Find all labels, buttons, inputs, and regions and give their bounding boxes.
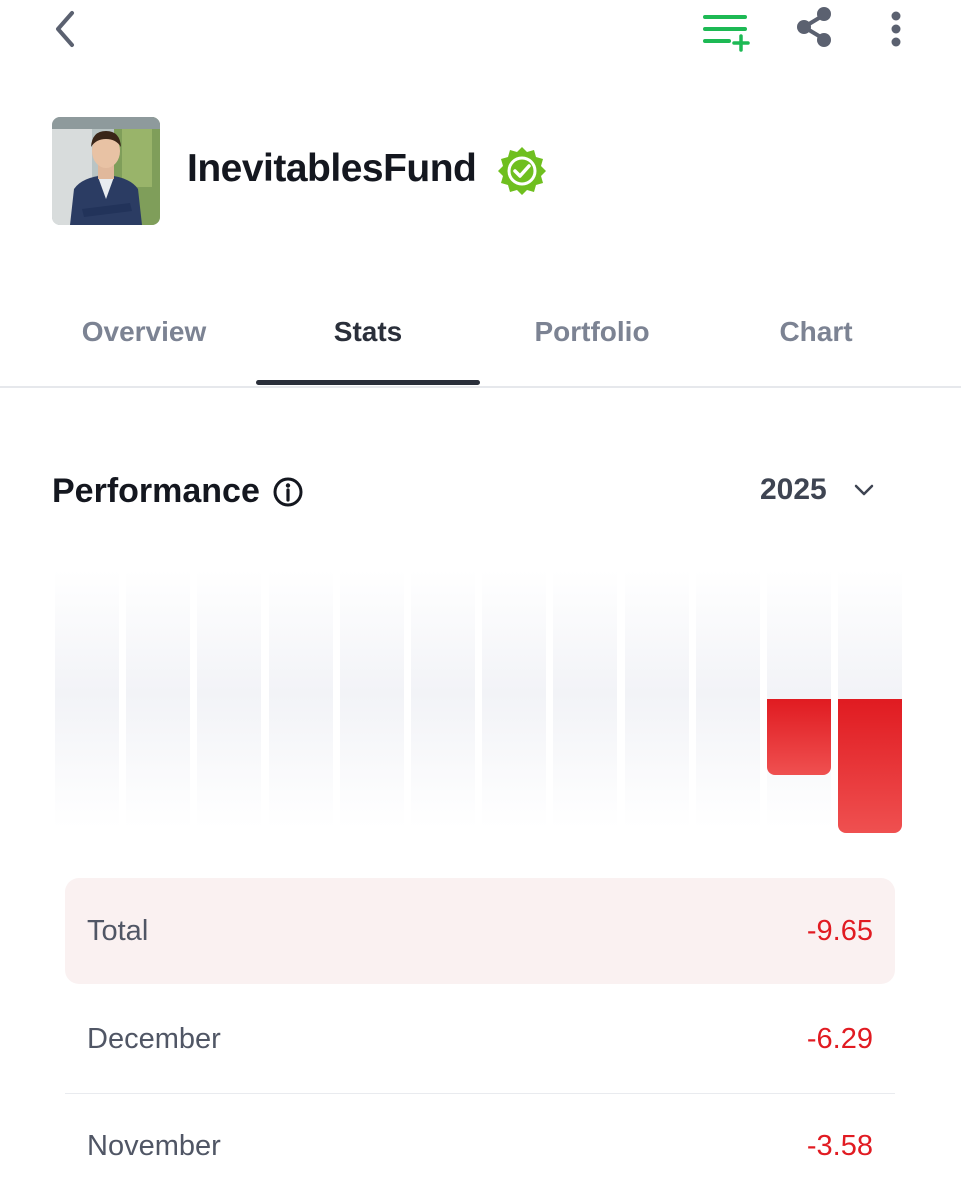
- chart-column-bg: [482, 570, 547, 828]
- chart-column-bg: [553, 570, 618, 828]
- performance-chart: [55, 560, 910, 850]
- month-label: November: [87, 1130, 221, 1162]
- avatar-photo: [52, 117, 160, 225]
- year-select[interactable]: 2025: [740, 466, 890, 514]
- verified-badge-icon: [496, 145, 548, 197]
- month-value: -6.29: [806, 1023, 873, 1055]
- chart-column-bg: [411, 570, 475, 828]
- tab-stats[interactable]: Stats: [256, 310, 480, 354]
- more-vertical-icon: [891, 11, 901, 47]
- share-icon: [797, 7, 831, 47]
- active-tab-indicator: [256, 380, 480, 385]
- month-label: December: [87, 1023, 221, 1055]
- tab-portfolio[interactable]: Portfolio: [480, 310, 704, 354]
- year-value: 2025: [760, 473, 827, 506]
- month-value: -3.58: [806, 1130, 873, 1162]
- total-value: -9.65: [806, 915, 873, 947]
- chevron-left-icon: [56, 11, 74, 47]
- tab-bar: Overview Stats Portfolio Chart: [0, 290, 961, 386]
- month-row-november[interactable]: November -3.58: [65, 1093, 895, 1199]
- chart-column-bg: [197, 570, 262, 828]
- username: InevitablesFund: [187, 147, 477, 190]
- chart-bar[interactable]: [838, 699, 903, 833]
- more-options-button[interactable]: [874, 4, 918, 54]
- chevron-down-icon: [854, 484, 874, 496]
- info-icon[interactable]: [272, 476, 304, 508]
- chart-column-bg: [624, 570, 689, 828]
- tab-overview[interactable]: Overview: [32, 310, 256, 354]
- add-to-watchlist-button[interactable]: [690, 4, 760, 58]
- share-button[interactable]: [788, 2, 840, 52]
- chart-column-bg: [339, 570, 404, 828]
- add-to-list-icon: [703, 15, 750, 52]
- tab-divider: [0, 386, 961, 388]
- performance-title: Performance: [52, 472, 260, 510]
- tab-chart[interactable]: Chart: [704, 310, 928, 354]
- month-row-december[interactable]: December -6.29: [65, 986, 895, 1092]
- chart-column-bg: [695, 570, 760, 828]
- chart-column-bg: [126, 570, 191, 828]
- total-row: Total -9.65: [65, 878, 895, 984]
- avatar[interactable]: [52, 117, 160, 225]
- chart-column-bg: [55, 570, 119, 828]
- total-label: Total: [87, 915, 149, 947]
- back-button[interactable]: [40, 4, 90, 54]
- chart-bar[interactable]: [767, 699, 831, 776]
- chart-column-bg: [268, 570, 333, 828]
